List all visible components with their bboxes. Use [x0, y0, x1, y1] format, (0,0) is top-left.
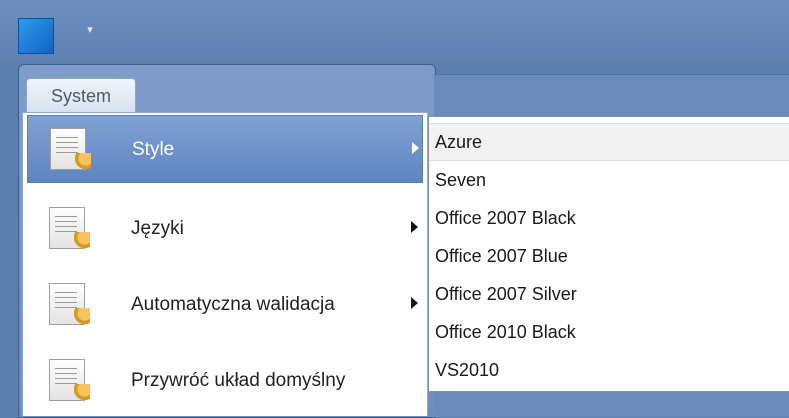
menu-item-style[interactable]: Style [27, 115, 423, 183]
submenu-item-vs2010[interactable]: VS2010 [429, 351, 789, 389]
menu-item-label: Języki [131, 218, 184, 239]
submenu-item-seven[interactable]: Seven [429, 161, 789, 199]
submenu-item-office-2007-silver[interactable]: Office 2007 Silver [429, 275, 789, 313]
menu-item-auto-validation[interactable]: Automatyczna walidacja [27, 271, 423, 339]
submenu-item-office-2010-black[interactable]: Office 2010 Black [429, 313, 789, 351]
submenu-item-office-2007-blue[interactable]: Office 2007 Blue [429, 237, 789, 275]
menu-item-restore-default-layout[interactable]: Przywróć układ domyślny [27, 347, 423, 415]
style-submenu: Azure Seven Office 2007 Black Office 200… [428, 116, 789, 392]
submenu-item-azure[interactable]: Azure [429, 123, 789, 161]
submenu-arrow-icon [411, 221, 418, 233]
quick-access-dropdown-icon[interactable]: ▾ [84, 24, 96, 38]
network-icon[interactable] [18, 18, 54, 54]
submenu-arrow-icon [412, 142, 419, 154]
document-wrench-icon [49, 207, 90, 250]
system-menu: Style Języki Automatyczna walidacja Przy… [22, 112, 428, 416]
submenu-item-office-2007-black[interactable]: Office 2007 Black [429, 199, 789, 237]
menu-item-label: Automatyczna walidacja [131, 294, 335, 315]
title-bar: ▾ [0, 0, 789, 62]
document-wrench-icon [49, 359, 90, 402]
menu-item-label: Przywróć układ domyślny [131, 370, 346, 391]
document-wrench-icon [50, 128, 91, 171]
menu-item-languages[interactable]: Języki [27, 195, 423, 263]
menu-item-label: Style [132, 139, 175, 160]
submenu-arrow-icon [411, 297, 418, 309]
tab-system[interactable]: System [26, 78, 136, 112]
document-wrench-icon [49, 283, 90, 326]
